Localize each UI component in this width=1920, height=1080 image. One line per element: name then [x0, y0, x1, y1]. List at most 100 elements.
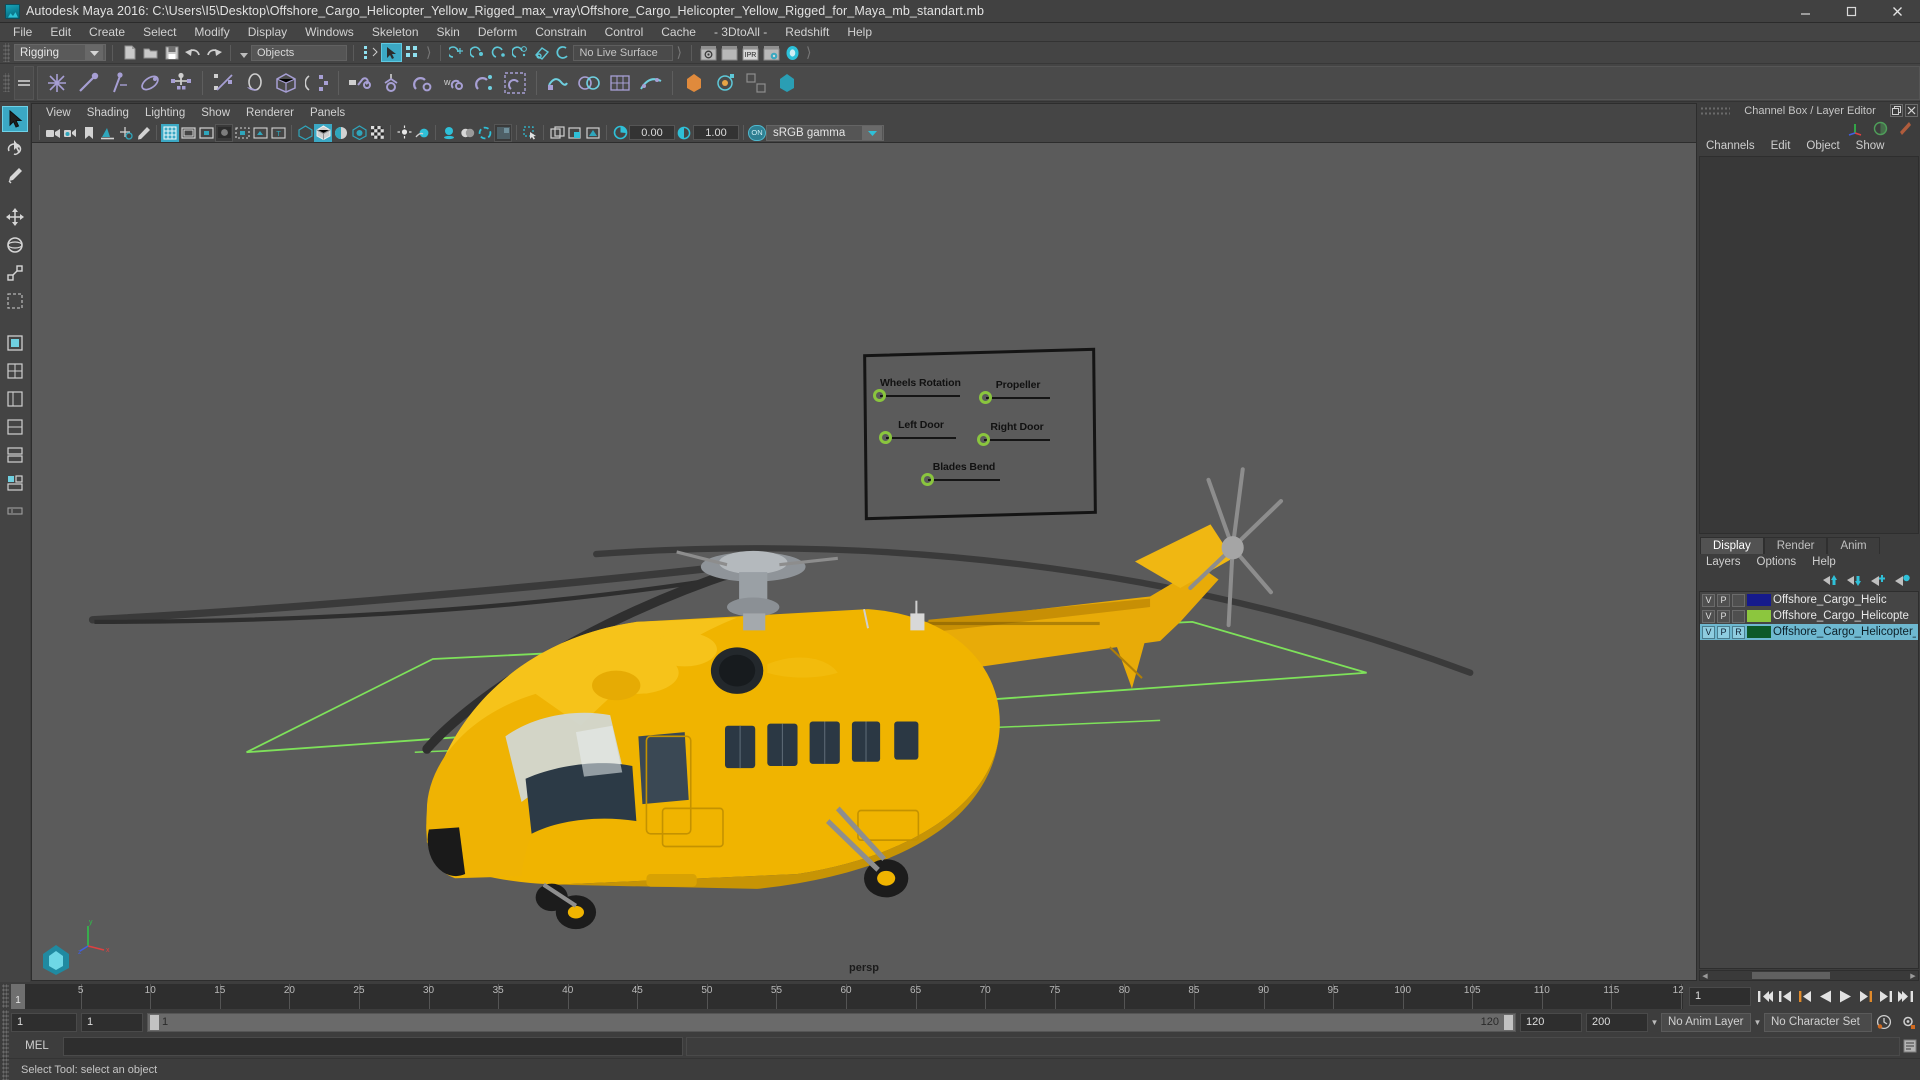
menu-skeleton[interactable]: Skeleton — [363, 23, 428, 42]
film-gate-icon[interactable] — [179, 124, 197, 142]
tab-render[interactable]: Render — [1763, 537, 1828, 554]
menu-edit[interactable]: Edit — [41, 23, 80, 42]
screen-space-ao-icon[interactable] — [458, 124, 476, 142]
detach-skin-icon[interactable] — [302, 68, 332, 98]
menu-redshift[interactable]: Redshift — [776, 23, 838, 42]
menu-constrain[interactable]: Constrain — [526, 23, 595, 42]
multisample-aa-icon[interactable] — [494, 123, 512, 142]
joint-tool-icon[interactable] — [42, 68, 72, 98]
more-layouts[interactable] — [2, 498, 28, 524]
orient-constraint-icon[interactable] — [407, 68, 437, 98]
snap-to-projected-center-icon[interactable] — [510, 43, 531, 62]
table-row[interactable]: V P R Offshore_Cargo_Helicopter_ — [1700, 624, 1918, 640]
menu-deform[interactable]: Deform — [469, 23, 526, 42]
viewport-menu-renderer[interactable]: Renderer — [238, 104, 302, 123]
bind-skin-icon[interactable] — [209, 68, 239, 98]
layer-name[interactable]: Offshore_Cargo_Helicopte — [1773, 610, 1909, 622]
menu-display[interactable]: Display — [239, 23, 296, 42]
smooth-shade-icon[interactable] — [314, 123, 332, 142]
layer-visibility-toggle[interactable]: V — [1702, 625, 1715, 639]
light-shading-icon[interactable] — [413, 124, 431, 142]
range-end-handle[interactable] — [1504, 1014, 1513, 1030]
slider-track[interactable] — [873, 389, 960, 402]
status-expand-icon-3[interactable]: ⟩ — [803, 44, 814, 61]
viewport-menu-shading[interactable]: Shading — [79, 104, 137, 123]
render-sequence-icon[interactable] — [719, 43, 740, 62]
menu-cache[interactable]: Cache — [652, 23, 705, 42]
wireframe-icon[interactable] — [296, 124, 314, 142]
select-by-object-type-icon[interactable] — [381, 43, 402, 62]
render-settings-icon[interactable] — [761, 43, 782, 62]
layer-playback-toggle[interactable]: P — [1717, 593, 1730, 607]
anim-layer-field[interactable]: No Anim Layer — [1661, 1012, 1751, 1032]
ik-spline-handle-icon[interactable] — [104, 68, 134, 98]
hypergraph-layout[interactable] — [2, 470, 28, 496]
command-line-grip[interactable] — [2, 1034, 9, 1058]
display-layer-list[interactable]: V P Offshore_Cargo_Helic V P Offshore_Ca… — [1699, 591, 1919, 969]
gate-mask-icon[interactable] — [215, 123, 233, 142]
step-forward-frame-icon[interactable] — [1857, 987, 1874, 1005]
create-deformer-icon[interactable] — [543, 68, 573, 98]
menu-set-selector[interactable]: Rigging — [14, 44, 106, 61]
current-frame-field[interactable]: 1 — [1689, 986, 1751, 1006]
insert-joint-icon[interactable] — [135, 68, 165, 98]
slider-knob[interactable] — [879, 431, 892, 444]
layer-visibility-toggle[interactable]: V — [1702, 609, 1715, 623]
scroll-left-icon[interactable]: ◀ — [1700, 972, 1710, 980]
table-row[interactable]: V P Offshore_Cargo_Helic — [1700, 592, 1918, 608]
menu-modify[interactable]: Modify — [185, 23, 238, 42]
pole-vector-icon[interactable] — [500, 68, 530, 98]
status-expand-icon[interactable]: ⟩ — [423, 44, 434, 61]
close-icon[interactable] — [1905, 104, 1918, 117]
slider-wheels-rotation[interactable]: Wheels Rotation — [873, 377, 961, 402]
slider-track[interactable] — [921, 473, 1000, 486]
cluster-icon[interactable] — [679, 68, 709, 98]
range-end-field[interactable]: 120 — [1520, 1012, 1582, 1032]
shelf-grip[interactable] — [3, 73, 10, 92]
slider-blades-bend[interactable]: Blades Bend — [921, 461, 1000, 486]
view-transform-selector[interactable]: sRGB gamma — [766, 124, 884, 141]
perspective-viewport[interactable]: Wheels Rotation Propeller Left Door Righ… — [32, 143, 1696, 980]
layer-color-swatch[interactable] — [1747, 610, 1771, 622]
viewport-menu-view[interactable]: View — [38, 104, 79, 123]
parent-constraint-icon[interactable] — [345, 68, 375, 98]
make-live-icon[interactable] — [552, 43, 573, 62]
tab-anim[interactable]: Anim — [1827, 537, 1880, 554]
go-to-start-icon[interactable] — [1757, 987, 1774, 1005]
current-time-indicator[interactable]: 1 — [11, 983, 25, 1009]
exposure-icon[interactable] — [611, 124, 629, 142]
nonlinear-bend-icon[interactable] — [772, 68, 802, 98]
bookmark-icon[interactable] — [80, 124, 98, 142]
go-to-end-icon[interactable] — [1897, 987, 1914, 1005]
lattice-icon[interactable] — [605, 68, 635, 98]
auto-keyframe-icon[interactable] — [1872, 1014, 1896, 1030]
viewport-menu-panels[interactable]: Panels — [302, 104, 353, 123]
motion-blur-icon[interactable] — [476, 124, 494, 142]
paint-select-tool[interactable] — [2, 162, 28, 188]
new-scene-icon[interactable] — [119, 43, 140, 62]
scale-constraint-icon[interactable]: w — [438, 68, 468, 98]
layer-horizontal-scrollbar[interactable]: ◀ ▶ — [1699, 970, 1919, 981]
xray-icon[interactable] — [368, 124, 386, 142]
new-layer-from-selected-icon[interactable] — [1895, 574, 1910, 587]
channel-menu-edit[interactable]: Edit — [1763, 137, 1799, 155]
slider-propeller[interactable]: Propeller — [979, 379, 1050, 404]
lasso-tool[interactable] — [2, 134, 28, 160]
lighting-icon[interactable] — [395, 124, 413, 142]
script-editor-icon[interactable] — [1900, 1037, 1920, 1056]
aim-constraint-icon[interactable] — [469, 68, 499, 98]
tab-display[interactable]: Display — [1700, 537, 1764, 554]
render-current-frame-icon[interactable] — [698, 43, 719, 62]
layer-playback-toggle[interactable]: P — [1717, 625, 1730, 639]
chevron-down-icon[interactable] — [85, 45, 103, 60]
channel-menu-object[interactable]: Object — [1798, 137, 1847, 155]
command-language-label[interactable]: MEL — [11, 1040, 63, 1052]
smooth-bind-icon[interactable] — [271, 68, 301, 98]
slider-knob[interactable] — [873, 389, 886, 402]
new-layer-icon[interactable] — [1871, 574, 1886, 587]
shelf-tabs-icon[interactable] — [14, 65, 34, 100]
select-by-component-type-icon[interactable] — [402, 43, 423, 62]
step-back-frame-icon[interactable] — [1797, 987, 1814, 1005]
last-tool[interactable] — [2, 288, 28, 314]
persp-outliner-layout[interactable] — [2, 386, 28, 412]
